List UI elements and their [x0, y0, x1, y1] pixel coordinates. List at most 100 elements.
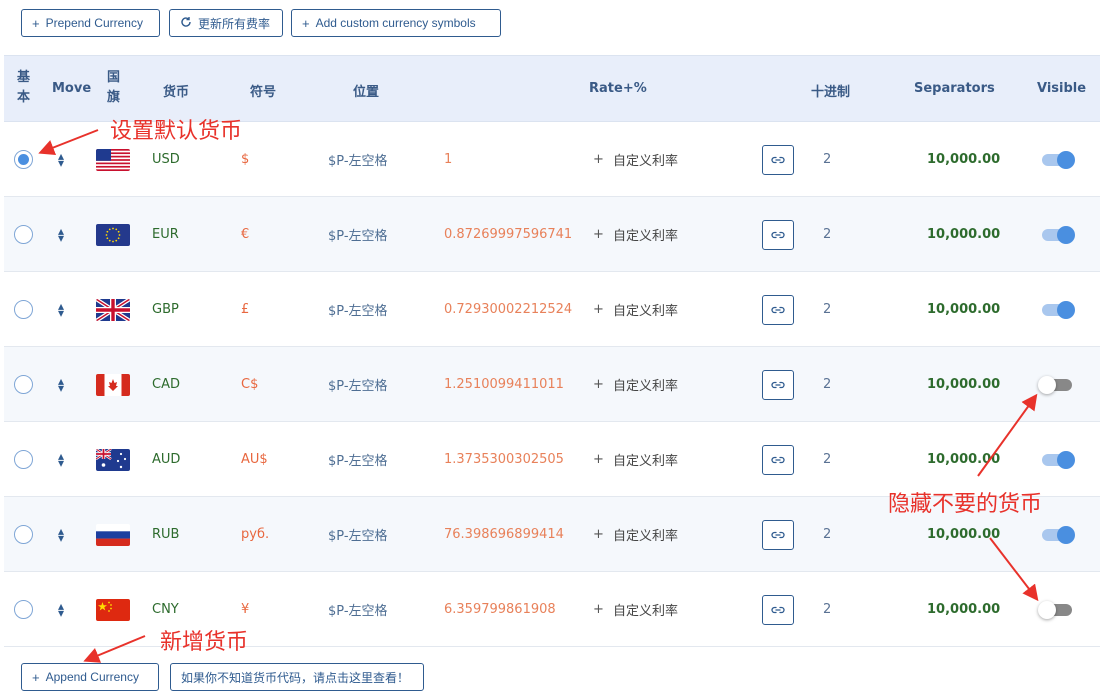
currency-rate[interactable]: 76.398696899414: [444, 497, 564, 572]
drag-handle-icon[interactable]: ▴ ▾: [56, 300, 66, 319]
plus-icon: +: [32, 15, 40, 31]
fetch-rate-button[interactable]: [762, 519, 794, 550]
drag-handle-icon[interactable]: ▴ ▾: [56, 450, 66, 469]
custom-rate-input[interactable]: 自定义利率: [613, 422, 678, 497]
flag-ca-icon: [96, 373, 130, 396]
default-currency-radio[interactable]: [14, 375, 33, 394]
currency-symbol[interactable]: €: [241, 197, 249, 272]
currency-rate[interactable]: 6.359799861908: [444, 572, 556, 647]
annotation-default-currency: 设置默认货币: [110, 119, 243, 144]
custom-rate-input[interactable]: 自定义利率: [613, 572, 678, 647]
fetch-rate-button[interactable]: [762, 444, 794, 475]
separators-format[interactable]: 10,000.00: [927, 122, 1000, 197]
header-separators: Separators: [914, 81, 995, 96]
link-icon: [771, 380, 785, 390]
currency-symbol[interactable]: руб.: [241, 497, 269, 572]
toggle-knob: [1057, 225, 1075, 244]
visible-toggle[interactable]: [1042, 300, 1075, 319]
header-position: 位置: [353, 85, 380, 100]
fetch-rate-button[interactable]: [762, 594, 794, 625]
drag-handle-icon[interactable]: ▴ ▾: [56, 225, 66, 244]
currency-position[interactable]: $P-左空格: [328, 497, 388, 572]
currency-code: GBP: [152, 302, 179, 317]
separators-format[interactable]: 10,000.00: [927, 572, 1000, 647]
plus-icon: +: [302, 15, 310, 31]
currency-rate[interactable]: 1: [444, 122, 452, 197]
visible-toggle[interactable]: [1038, 600, 1072, 619]
currency-symbol[interactable]: AU$: [241, 422, 268, 497]
currency-position[interactable]: $P-左空格: [328, 197, 388, 272]
fetch-rate-button[interactable]: [762, 144, 794, 175]
header-visible: Visible: [1037, 81, 1087, 96]
refresh-icon: [180, 16, 192, 31]
currency-position[interactable]: $P-左空格: [328, 347, 388, 422]
currency-rate[interactable]: 0.72930002212524: [444, 272, 572, 347]
currency-position[interactable]: $P-左空格: [328, 572, 388, 647]
custom-rate-input[interactable]: 自定义利率: [613, 197, 678, 272]
toggle-knob: [1057, 450, 1075, 469]
custom-rate-input[interactable]: 自定义利率: [613, 122, 678, 197]
decimal-places[interactable]: 2: [823, 272, 831, 347]
toggle-knob: [1038, 600, 1056, 619]
visible-toggle[interactable]: [1042, 525, 1075, 544]
currency-rate[interactable]: 0.87269997596741: [444, 197, 572, 272]
table-row: ▴ ▾ GBP £ $P-左空格 0.72930002212524 + 自定义利率 2 10,00…: [4, 272, 1100, 347]
fetch-rate-button[interactable]: [762, 219, 794, 250]
toggle-knob: [1057, 300, 1075, 319]
currency-position[interactable]: $P-左空格: [328, 272, 388, 347]
separators-format[interactable]: 10,000.00: [927, 197, 1000, 272]
drag-handle-icon[interactable]: ▴ ▾: [56, 150, 66, 169]
separators-format[interactable]: 10,000.00: [927, 272, 1000, 347]
toggle-knob: [1057, 525, 1075, 544]
decimal-places[interactable]: 2: [823, 497, 831, 572]
prepend-currency-button[interactable]: + Prepend Currency: [21, 9, 160, 37]
currency-code-lookup-button[interactable]: 如果你不知道货币代码，请点击这里查看！: [170, 663, 424, 691]
currency-symbol[interactable]: $: [241, 122, 249, 197]
header-flag: 国旗: [107, 70, 121, 105]
default-currency-radio[interactable]: [14, 225, 33, 244]
separators-format[interactable]: 10,000.00: [927, 347, 1000, 422]
header-basic: 基本: [17, 70, 31, 105]
currency-rate[interactable]: 1.2510099411011: [444, 347, 564, 422]
update-rates-button[interactable]: 更新所有费率: [169, 9, 283, 37]
add-custom-symbols-button[interactable]: + Add custom currency symbols: [291, 9, 501, 37]
header-currency: 货币: [163, 85, 190, 100]
decimal-places[interactable]: 2: [823, 572, 831, 647]
custom-rate-input[interactable]: 自定义利率: [613, 497, 678, 572]
decimal-places[interactable]: 2: [823, 122, 831, 197]
flag-eu-icon: [96, 223, 130, 246]
currency-code: EUR: [152, 227, 179, 242]
fetch-rate-button[interactable]: [762, 294, 794, 325]
currency-code: CAD: [152, 377, 180, 392]
decimal-places[interactable]: 2: [823, 197, 831, 272]
custom-rate-input[interactable]: 自定义利率: [613, 272, 678, 347]
decimal-places[interactable]: 2: [823, 347, 831, 422]
currency-rate[interactable]: 1.3735300302505: [444, 422, 564, 497]
default-currency-radio[interactable]: [14, 600, 33, 619]
currency-symbol[interactable]: C$: [241, 347, 258, 422]
visible-toggle[interactable]: [1042, 450, 1075, 469]
rate-plus-sign: +: [593, 377, 604, 392]
default-currency-radio[interactable]: [14, 300, 33, 319]
append-currency-button[interactable]: + Append Currency: [21, 663, 159, 691]
table-row: ▴ ▾ EUR € $P-左空格 0.87269997596741 + 自定义利率 2 10,00…: [4, 197, 1100, 272]
visible-toggle[interactable]: [1038, 375, 1072, 394]
link-icon: [771, 455, 785, 465]
default-currency-radio[interactable]: [14, 525, 33, 544]
visible-toggle[interactable]: [1042, 225, 1075, 244]
default-currency-radio[interactable]: [14, 450, 33, 469]
fetch-rate-button[interactable]: [762, 369, 794, 400]
drag-handle-icon[interactable]: ▴ ▾: [56, 600, 66, 619]
visible-toggle[interactable]: [1042, 150, 1075, 169]
default-currency-radio[interactable]: [14, 150, 33, 169]
currency-symbol[interactable]: £: [241, 272, 249, 347]
custom-rate-input[interactable]: 自定义利率: [613, 347, 678, 422]
drag-handle-icon[interactable]: ▴ ▾: [56, 525, 66, 544]
rate-plus-sign: +: [593, 152, 604, 167]
currency-code: AUD: [152, 452, 181, 467]
flag-ru-icon: [96, 523, 130, 546]
drag-handle-icon[interactable]: ▴ ▾: [56, 375, 66, 394]
currency-position[interactable]: $P-左空格: [328, 122, 388, 197]
decimal-places[interactable]: 2: [823, 422, 831, 497]
currency-position[interactable]: $P-左空格: [328, 422, 388, 497]
